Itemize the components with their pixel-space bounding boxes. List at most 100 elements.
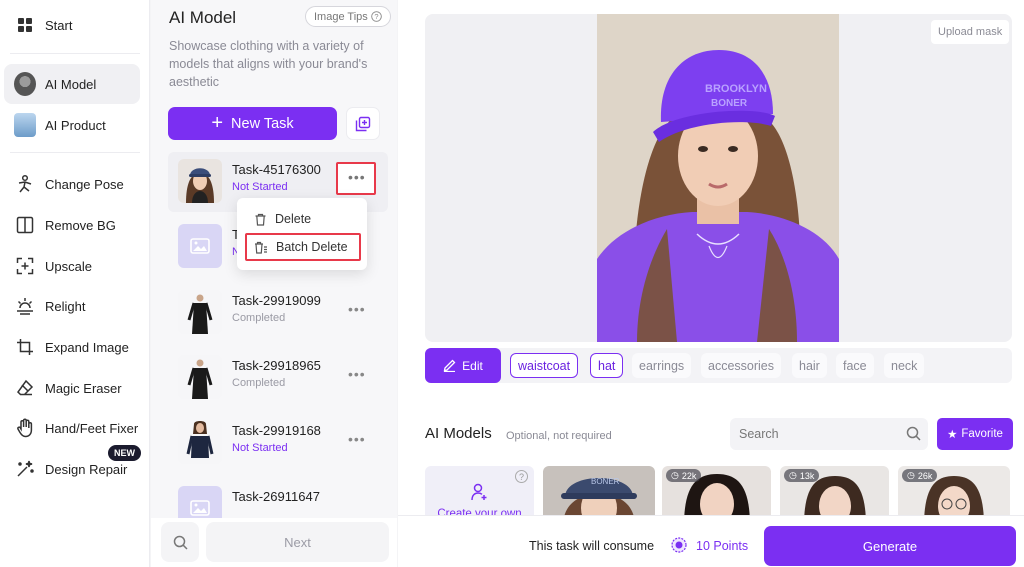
points-icon <box>671 537 687 553</box>
search-icon <box>906 426 921 441</box>
favorite-label: Favorite <box>961 428 1003 440</box>
task-thumbnail <box>178 159 222 203</box>
usage-count-badge: ◷ 13k <box>784 469 820 482</box>
remove-bg-icon <box>14 214 36 236</box>
magic-wand-icon <box>14 458 36 480</box>
product-icon <box>14 113 36 137</box>
task-item[interactable]: Task-29919168 Not Started ••• <box>168 413 388 473</box>
task-status: Not Started <box>232 442 288 454</box>
more-icon: ••• <box>348 169 366 185</box>
tag-hat[interactable]: hat <box>590 353 624 378</box>
nav-label: Remove BG <box>45 217 116 233</box>
ai-models-title: AI Models <box>425 425 492 442</box>
task-name: Task-29919099 <box>232 293 321 308</box>
nav-item-relight[interactable]: Relight <box>4 286 140 326</box>
pose-icon <box>14 173 36 195</box>
generate-button[interactable]: Generate <box>764 526 1016 566</box>
tag-waistcoat[interactable]: waistcoat <box>510 353 579 378</box>
mask-tag-bar: Edit waistcoat hat earrings accessories … <box>425 348 1012 383</box>
task-thumbnail <box>178 355 222 399</box>
nav-item-upscale[interactable]: Upscale <box>4 246 140 286</box>
hand-icon <box>14 417 36 439</box>
nav-item-expand-image[interactable]: Expand Image <box>4 327 140 367</box>
eraser-icon <box>14 377 36 399</box>
tag-face[interactable]: face <box>836 353 874 378</box>
more-options-button[interactable]: ••• <box>348 301 366 317</box>
task-thumbnail <box>178 290 222 334</box>
grid-icon <box>14 14 36 36</box>
nav-item-magic-eraser[interactable]: Magic Eraser <box>4 368 140 408</box>
svg-text:?: ? <box>374 12 378 21</box>
model-search-input[interactable] <box>730 418 900 450</box>
new-task-label: New Task <box>231 115 294 132</box>
task-item[interactable]: Task-29918965 Completed ••• <box>168 348 388 408</box>
svg-text:BONER: BONER <box>711 98 748 109</box>
nav-label: Design Repair <box>45 461 128 477</box>
task-item[interactable]: Task-29919099 Completed ••• <box>168 283 388 343</box>
favorite-button[interactable]: ★ Favorite <box>937 418 1013 450</box>
usage-count-badge: ◷ 22k <box>666 469 702 482</box>
usage-count-badge: ◷ 26k <box>902 469 938 482</box>
more-options-button[interactable]: ••• <box>336 162 376 195</box>
edit-mask-button[interactable]: Edit <box>425 348 501 383</box>
duplicate-icon <box>355 116 371 131</box>
edit-label: Edit <box>462 358 483 373</box>
search-icon <box>173 535 188 550</box>
new-badge: NEW <box>108 445 141 461</box>
nav-label: Relight <box>45 298 86 314</box>
task-thumbnail <box>178 224 222 268</box>
nav-label: Upscale <box>45 258 92 274</box>
nav-label: AI Product <box>45 117 106 133</box>
upload-mask-button[interactable]: Upload mask <box>931 20 1010 44</box>
more-options-button[interactable]: ••• <box>348 366 366 382</box>
clock-icon: ◷ <box>671 470 679 480</box>
image-placeholder-icon <box>190 238 210 254</box>
tag-hair[interactable]: hair <box>792 353 827 378</box>
nav-label: Expand Image <box>45 339 129 355</box>
panel-description: Showcase clothing with a variety of mode… <box>169 39 368 89</box>
task-search-button[interactable] <box>161 522 199 562</box>
nav-label: Hand/Feet Fixer <box>45 420 139 436</box>
task-panel: AI Model Image Tips ? Showcase clothing … <box>151 0 397 567</box>
task-name: Task-29919168 <box>232 423 321 438</box>
points-value: 10 Points <box>696 539 749 553</box>
delete-menu-item[interactable]: Delete <box>237 205 367 233</box>
left-nav: Start AI Model AI Product Change Pose Re… <box>0 0 150 567</box>
nav-item-change-pose[interactable]: Change Pose <box>4 164 140 204</box>
nav-item-start[interactable]: Start <box>4 5 140 45</box>
tag-neck[interactable]: neck <box>884 353 925 378</box>
generate-footer: This task will consume 10 Points Generat… <box>398 515 1024 567</box>
nav-item-hand-feet-fixer[interactable]: Hand/Feet Fixer <box>4 408 140 448</box>
new-task-button[interactable]: + New Task <box>168 107 337 140</box>
batch-delete-highlight <box>245 233 361 261</box>
nav-item-remove-bg[interactable]: Remove BG <box>4 205 140 245</box>
nav-label: Start <box>45 17 73 33</box>
image-canvas: BROOKLYN BONER Upload mask <box>425 14 1012 342</box>
help-icon: ? <box>515 470 528 483</box>
model-search-box <box>730 418 928 450</box>
task-status: Completed <box>232 377 286 389</box>
main-area: BROOKLYN BONER Upload mask Edit waistcoa… <box>398 0 1024 567</box>
question-icon: ? <box>371 11 382 22</box>
relight-icon <box>14 295 36 317</box>
nav-divider <box>10 53 140 54</box>
nav-item-ai-model[interactable]: AI Model <box>4 64 140 104</box>
consume-text: This task will consume <box>529 539 655 553</box>
panel-footer: Next <box>151 518 397 567</box>
duplicate-task-button[interactable] <box>346 107 380 140</box>
image-placeholder-icon <box>190 500 210 516</box>
clock-icon: ◷ <box>789 470 797 480</box>
tag-accessories[interactable]: accessories <box>701 353 781 378</box>
image-tips-button[interactable]: Image Tips ? <box>305 6 391 27</box>
model-preview-image[interactable]: BROOKLYN BONER <box>597 14 839 342</box>
more-options-button[interactable]: ••• <box>348 431 366 447</box>
nav-item-ai-product[interactable]: AI Product <box>4 105 140 145</box>
image-tips-label: Image Tips <box>314 10 368 23</box>
panel-title: AI Model <box>169 8 237 27</box>
next-button[interactable]: Next <box>206 522 389 562</box>
tag-earrings[interactable]: earrings <box>632 353 692 378</box>
task-status: Not Started <box>232 181 288 193</box>
star-icon: ★ <box>947 429 958 441</box>
task-name: Task-29918965 <box>232 358 321 373</box>
nav-divider <box>10 152 140 153</box>
